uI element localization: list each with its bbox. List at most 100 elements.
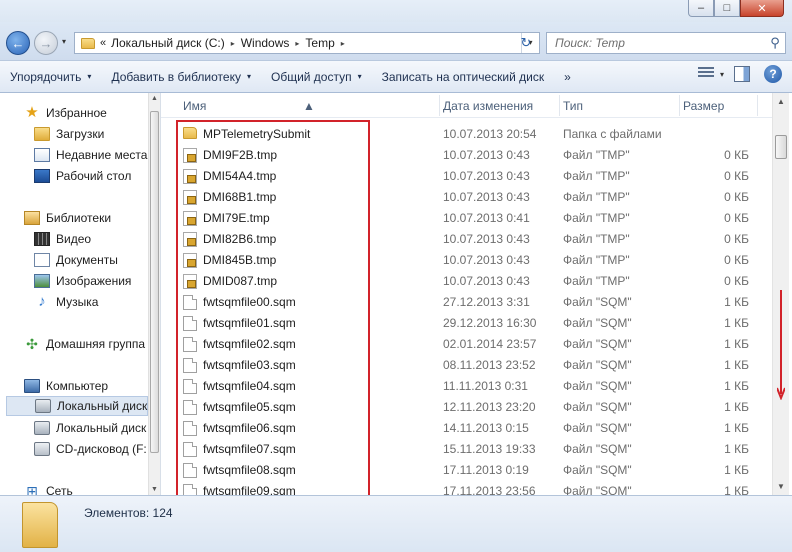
breadcrumb-windows[interactable]: Windows xyxy=(241,36,290,50)
column-divider[interactable] xyxy=(679,95,680,116)
file-size: 0 КБ xyxy=(724,232,749,246)
file-type: Файл "SQM" xyxy=(563,379,632,393)
file-type: Папка с файлами xyxy=(563,127,662,141)
breadcrumb-arrow-icon[interactable]: ▸ xyxy=(231,39,235,48)
scrollbar-thumb[interactable] xyxy=(150,111,159,453)
sidebar-item-desktop[interactable]: Рабочий стол xyxy=(34,166,160,186)
sidebar-item-video[interactable]: Видео xyxy=(34,229,160,249)
sidebar-item-network[interactable]: ⊞ Сеть xyxy=(24,481,160,495)
breadcrumb-arrow-icon[interactable]: ▸ xyxy=(295,39,299,48)
sidebar-item-label: Рабочий стол xyxy=(56,169,132,183)
sidebar-item-downloads[interactable]: Загрузки xyxy=(34,124,160,144)
refresh-icon[interactable]: ↻ xyxy=(514,33,538,53)
sidebar-item-label: Музыка xyxy=(56,295,99,309)
view-options-icon[interactable] xyxy=(697,67,714,81)
sidebar-item-label: Локальный диск xyxy=(57,399,148,413)
folder-icon xyxy=(22,502,58,548)
preview-pane-icon[interactable] xyxy=(734,66,750,82)
column-divider[interactable] xyxy=(439,95,440,116)
minimize-button[interactable]: – xyxy=(688,0,714,17)
file-date: 10.07.2013 0:43 xyxy=(443,148,530,162)
breadcrumb-overflow[interactable]: « xyxy=(100,37,106,49)
file-date: 02.01.2014 23:57 xyxy=(443,337,537,351)
file-type: Файл "SQM" xyxy=(563,358,632,372)
recent-places-icon xyxy=(34,148,50,162)
scroll-down-icon[interactable]: ▼ xyxy=(777,482,785,491)
file-type: Файл "TMP" xyxy=(563,211,630,225)
window-controls: – □ ✕ xyxy=(688,0,784,17)
add-to-library-button[interactable]: Добавить в библиотеку ▾ xyxy=(101,65,261,89)
close-button[interactable]: ✕ xyxy=(740,0,784,17)
sidebar-item-label: Домашняя группа xyxy=(46,337,146,351)
sidebar-item-homegroup[interactable]: ✣ Домашняя группа xyxy=(24,334,160,354)
sidebar-item-images[interactable]: Изображения xyxy=(34,271,160,291)
scrollbar-thumb[interactable] xyxy=(775,135,787,159)
cd-drive-icon xyxy=(34,442,50,456)
share-label: Общий доступ xyxy=(270,69,352,84)
video-icon xyxy=(34,232,50,246)
file-type: Файл "SQM" xyxy=(563,442,632,456)
file-type: Файл "TMP" xyxy=(563,190,630,204)
sidebar-item-recent[interactable]: Недавние места xyxy=(34,145,160,165)
breadcrumb-drive[interactable]: Локальный диск (C:) xyxy=(111,36,225,50)
sidebar-item-libraries[interactable]: Библиотеки xyxy=(24,208,160,228)
sidebar-item-label: Изображения xyxy=(56,274,132,288)
navigation-scrollbar[interactable]: ▲ ▼ xyxy=(148,93,160,495)
organize-button[interactable]: Упорядочить ▾ xyxy=(0,65,101,89)
file-size: 0 КБ xyxy=(724,211,749,225)
breadcrumb-arrow-icon[interactable]: ▸ xyxy=(341,39,345,48)
help-icon[interactable]: ? xyxy=(764,65,782,83)
back-button[interactable]: ← xyxy=(6,31,30,55)
address-bar[interactable]: « Локальный диск (C:) ▸ Windows ▸ Temp ▸… xyxy=(74,32,540,54)
breadcrumb-temp[interactable]: Temp xyxy=(305,36,334,50)
sidebar-item-label: Сеть xyxy=(46,484,73,495)
file-date: 10.07.2013 0:43 xyxy=(443,169,530,183)
scroll-down-icon[interactable]: ▼ xyxy=(151,486,158,493)
sidebar-item-computer[interactable]: Компьютер xyxy=(24,376,160,396)
column-type[interactable]: Тип xyxy=(563,99,583,113)
sidebar-item-label: Локальный диск xyxy=(56,421,147,435)
sort-ascending-icon: ▲ xyxy=(303,99,315,113)
chevron-down-icon: ▾ xyxy=(87,72,92,81)
burn-button[interactable]: Записать на оптический диск xyxy=(372,65,555,89)
file-type: Файл "TMP" xyxy=(563,274,630,288)
maximize-button[interactable]: □ xyxy=(714,0,740,17)
file-date: 27.12.2013 3:31 xyxy=(443,295,530,309)
view-dropdown-icon[interactable]: ▾ xyxy=(720,70,724,79)
more-commands-button[interactable]: » xyxy=(554,65,581,89)
downloads-folder-icon xyxy=(34,127,50,141)
share-button[interactable]: Общий доступ ▾ xyxy=(261,65,372,89)
file-type: Файл "TMP" xyxy=(563,253,630,267)
column-divider[interactable] xyxy=(559,95,560,116)
column-name[interactable]: Имя xyxy=(183,99,206,113)
sidebar-item-label: Компьютер xyxy=(46,379,109,393)
file-size: 1 КБ xyxy=(724,463,749,477)
sidebar-item-label: CD-дисковод (F: xyxy=(56,442,147,456)
sidebar-item-documents[interactable]: Документы xyxy=(34,250,160,270)
file-size: 0 КБ xyxy=(724,190,749,204)
title-bar: – □ ✕ xyxy=(0,0,792,22)
sidebar-item-music[interactable]: ♪ Музыка xyxy=(34,292,160,312)
file-type: Файл "TMP" xyxy=(563,169,630,183)
sidebar-item-label: Загрузки xyxy=(56,127,105,141)
recent-pages-dropdown[interactable]: ▾ xyxy=(62,37,66,46)
scroll-up-icon[interactable]: ▲ xyxy=(151,95,158,102)
star-icon: ★ xyxy=(25,104,39,121)
search-input[interactable]: Поиск: Temp ⚲ xyxy=(546,32,786,54)
sidebar-item-local-disk-c[interactable]: Локальный диск xyxy=(6,396,148,416)
scroll-up-icon[interactable]: ▲ xyxy=(777,97,785,106)
file-date: 10.07.2013 0:41 xyxy=(443,211,530,225)
column-date[interactable]: Дата изменения xyxy=(443,99,533,113)
sidebar-item-label: Избранное xyxy=(46,106,107,120)
sidebar-item-cd-drive[interactable]: CD-дисковод (F: xyxy=(34,439,160,459)
column-size[interactable]: Размер xyxy=(683,99,724,113)
sidebar-item-favorites[interactable]: ★ Избранное xyxy=(24,103,160,123)
search-icon[interactable]: ⚲ xyxy=(765,35,785,51)
forward-button[interactable]: → xyxy=(34,31,58,55)
file-type: Файл "SQM" xyxy=(563,316,632,330)
sidebar-item-local-disk-d[interactable]: Локальный диск xyxy=(34,418,160,438)
column-divider[interactable] xyxy=(757,95,758,116)
file-date: 10.07.2013 0:43 xyxy=(443,253,530,267)
file-size: 1 КБ xyxy=(724,358,749,372)
file-size: 1 КБ xyxy=(724,379,749,393)
